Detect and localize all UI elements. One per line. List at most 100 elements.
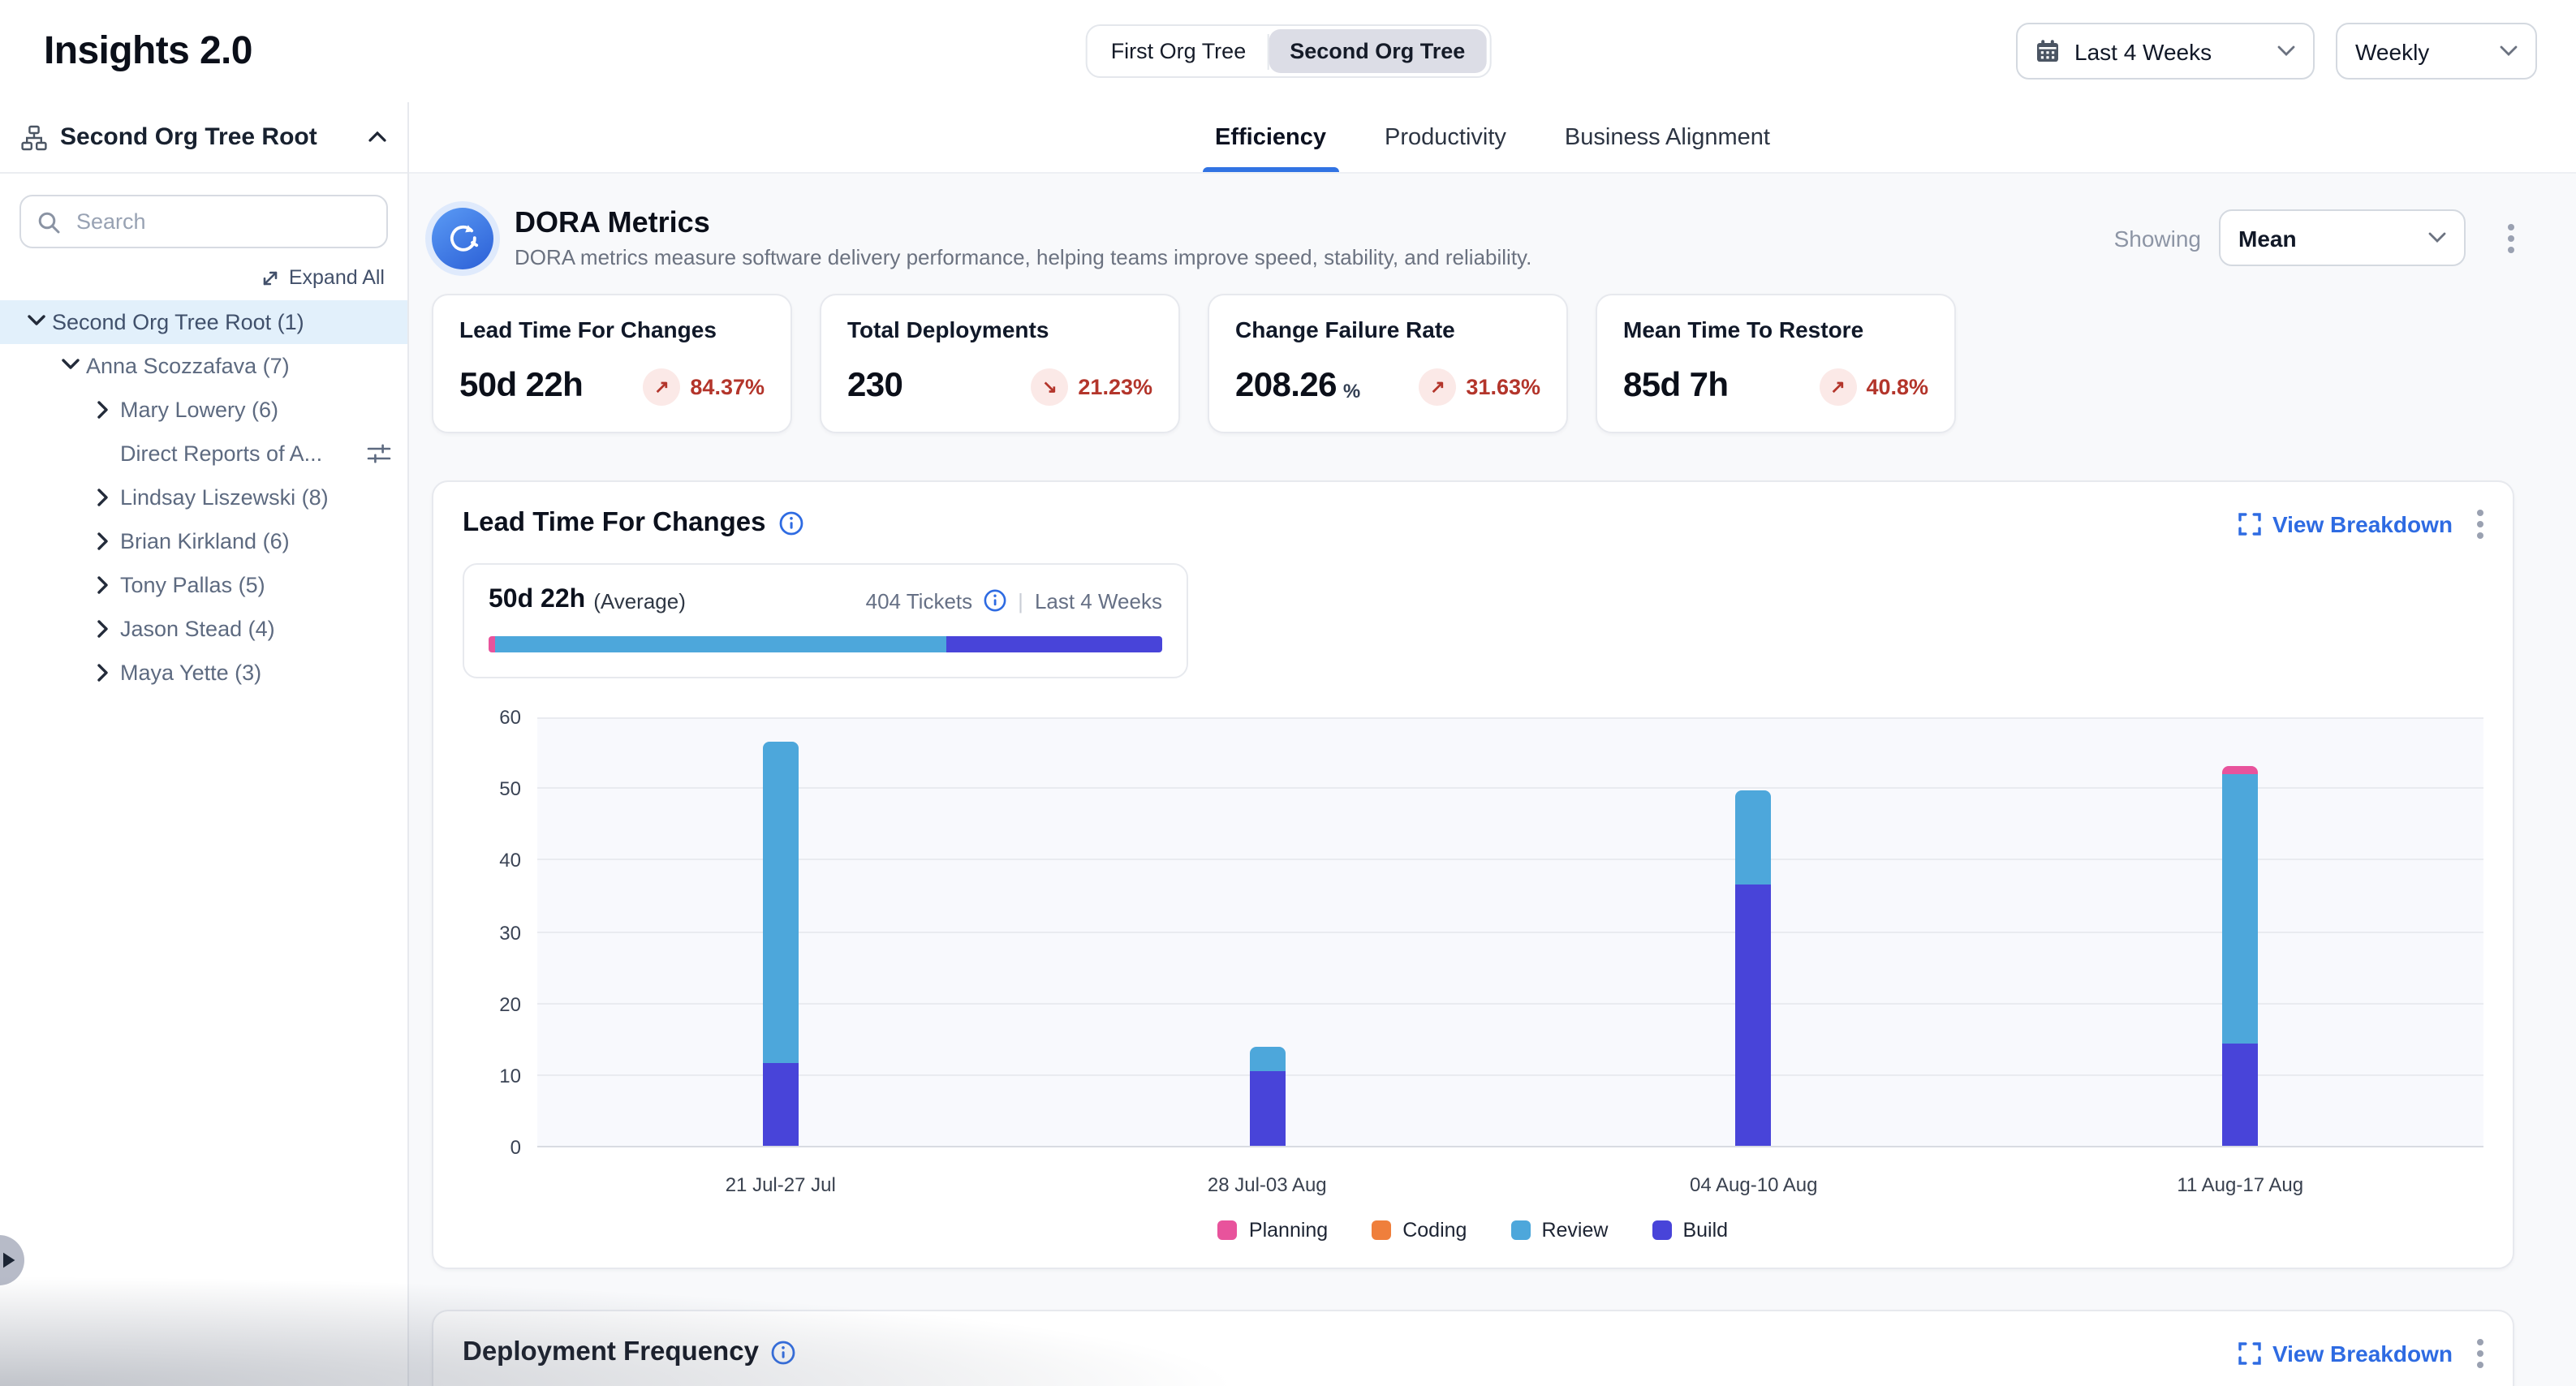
bar-04-aug-10-aug — [1736, 790, 1772, 1146]
date-range-select[interactable]: Last 4 Weeks — [2016, 23, 2315, 80]
dora-titles: DORA Metrics DORA metrics measure softwa… — [515, 206, 1531, 269]
deployment-panel-header: Deployment Frequency View Breakdown — [463, 1337, 2483, 1368]
tree-item-5[interactable]: Brian Kirkland (6) — [0, 519, 407, 563]
chevron-right-icon[interactable] — [91, 489, 117, 506]
dora-metric-cards: Lead Time For Changes50d 22h↗84.37%Total… — [432, 294, 2514, 433]
trend-up-icon: ↗ — [1419, 368, 1456, 405]
sidebar-search — [19, 195, 388, 248]
dora-cycle-icon — [432, 207, 493, 269]
tree-item-2[interactable]: Mary Lowery (6) — [0, 388, 407, 432]
chevron-down-icon[interactable] — [57, 357, 83, 375]
bar-21-jul-27-jul — [763, 742, 799, 1146]
metric-card-value-row: 230↘21.23% — [847, 367, 1152, 406]
chevron-right-icon[interactable] — [91, 576, 117, 594]
chart-legend: Planning Coding Review Build — [463, 1219, 2483, 1242]
metric-card-trend-badge: ↗84.37% — [643, 368, 765, 405]
dora-subtitle: DORA metrics measure software delivery p… — [515, 245, 1531, 269]
lead-time-panel: Lead Time For Changes View Breakdown 50d… — [432, 480, 2514, 1269]
lead-time-summary-card: 50d 22h (Average) 404 Tickets | Last 4 W… — [463, 563, 1188, 678]
bar-segment-review — [1736, 790, 1772, 885]
legend-item-build[interactable]: Build — [1652, 1219, 1728, 1242]
summary-range: Last 4 Weeks — [1035, 588, 1162, 613]
x-label-3: 11 Aug-17 Aug — [2177, 1173, 2303, 1196]
tab-business-alignment[interactable]: Business Alignment — [1565, 102, 1770, 172]
info-icon[interactable] — [779, 511, 803, 536]
lead-time-menu-kebab-icon[interactable] — [2477, 509, 2483, 538]
showing-label: Showing — [2114, 225, 2201, 251]
deployment-view-breakdown[interactable]: View Breakdown — [2238, 1340, 2453, 1366]
page-title: Insights 2.0 — [44, 28, 252, 74]
phase-segment-review — [495, 636, 946, 652]
chart-plot-area — [537, 717, 2483, 1147]
chevron-right-icon[interactable] — [91, 401, 117, 419]
metric-card-value: 50d 22h — [459, 367, 583, 406]
expand-view-icon — [2238, 1341, 2261, 1364]
filter-sliders-icon[interactable] — [367, 441, 391, 466]
granularity-select[interactable]: Weekly — [2336, 23, 2537, 80]
dora-header: DORA Metrics DORA metrics measure softwa… — [432, 206, 2514, 269]
metric-card-title: Mean Time To Restore — [1623, 316, 1928, 342]
legend-item-review[interactable]: Review — [1510, 1219, 1608, 1242]
dora-menu-kebab-icon[interactable] — [2508, 223, 2514, 252]
lead-time-title: Lead Time For Changes — [463, 508, 766, 539]
tree-item-label: Direct Reports of A... — [120, 441, 322, 466]
chevron-down-icon — [2500, 45, 2518, 57]
metric-card-trend-badge: ↗40.8% — [1819, 368, 1928, 405]
legend-label: Build — [1682, 1219, 1728, 1242]
chevron-down-icon[interactable] — [23, 313, 49, 331]
bar-28-jul-03-aug — [1249, 1046, 1285, 1146]
chevron-right-icon[interactable] — [91, 664, 117, 682]
tree-item-label: Second Org Tree Root (1) — [52, 310, 304, 334]
search-input[interactable] — [73, 208, 370, 235]
legend-swatch — [1510, 1220, 1530, 1240]
expand-view-icon — [2238, 512, 2261, 535]
phase-segment-build — [946, 636, 1162, 652]
tree-item-7[interactable]: Jason Stead (4) — [0, 607, 407, 651]
tree-item-3[interactable]: Direct Reports of A... — [0, 432, 407, 476]
tree-item-0[interactable]: Second Org Tree Root (1) — [0, 300, 407, 344]
info-icon[interactable] — [772, 1341, 796, 1365]
metric-card-3: Mean Time To Restore85d 7h↗40.8% — [1596, 294, 1956, 433]
tree-item-1[interactable]: Anna Scozzafava (7) — [0, 344, 407, 388]
bar-segment-planning — [2222, 767, 2258, 775]
legend-swatch — [1372, 1220, 1391, 1240]
org-tree-toggle: First Org Tree Second Org Tree — [1085, 24, 1492, 78]
tab-efficiency[interactable]: Efficiency — [1215, 102, 1326, 172]
legend-item-planning[interactable]: Planning — [1218, 1219, 1328, 1242]
toggle-second-org-tree[interactable]: Second Org Tree — [1269, 29, 1486, 73]
aggregation-select[interactable]: Mean — [2219, 209, 2466, 266]
metric-card-delta: 31.63% — [1466, 374, 1540, 398]
lead-time-panel-header: Lead Time For Changes View Breakdown — [463, 508, 2483, 539]
metric-card-value-row: 50d 22h ↗84.37% — [459, 367, 765, 406]
y-tick-20: 20 — [463, 992, 521, 1015]
lead-time-view-breakdown[interactable]: View Breakdown — [2238, 510, 2453, 536]
bar-segment-review — [1249, 1046, 1285, 1071]
tab-productivity[interactable]: Productivity — [1385, 102, 1506, 172]
legend-item-coding[interactable]: Coding — [1372, 1219, 1467, 1242]
legend-label: Review — [1541, 1219, 1608, 1242]
info-icon[interactable] — [984, 589, 1006, 612]
date-range-value: Last 4 Weeks — [2074, 38, 2263, 64]
metric-card-title: Change Failure Rate — [1235, 316, 1540, 342]
bar-segment-build — [1736, 885, 1772, 1146]
legend-swatch — [1218, 1220, 1238, 1240]
metric-card-value-row: 208.26%↗31.63% — [1235, 367, 1540, 406]
deployment-menu-kebab-icon[interactable] — [2477, 1338, 2483, 1367]
chevron-up-icon[interactable] — [368, 131, 386, 143]
legend-swatch — [1652, 1220, 1671, 1240]
tree-item-8[interactable]: Maya Yette (3) — [0, 651, 407, 695]
toggle-first-org-tree[interactable]: First Org Tree — [1090, 29, 1268, 73]
granularity-value: Weekly — [2355, 38, 2485, 64]
tree-item-4[interactable]: Lindsay Liszewski (8) — [0, 476, 407, 519]
metric-card-unit: % — [1343, 379, 1360, 402]
chevron-right-icon[interactable] — [91, 532, 117, 550]
expand-all-button[interactable]: Expand All — [23, 266, 385, 289]
tree-item-6[interactable]: Tony Pallas (5) — [0, 563, 407, 607]
sidebar-collapse-handle[interactable] — [0, 1235, 24, 1285]
top-header: Insights 2.0 First Org Tree Second Org T… — [0, 0, 2576, 102]
chevron-right-icon[interactable] — [91, 620, 117, 638]
bar-segment-build — [1249, 1071, 1285, 1146]
bar-segment-review — [763, 742, 799, 1064]
tree-item-label: Lindsay Liszewski (8) — [120, 485, 329, 510]
bar-segment-build — [2222, 1044, 2258, 1146]
